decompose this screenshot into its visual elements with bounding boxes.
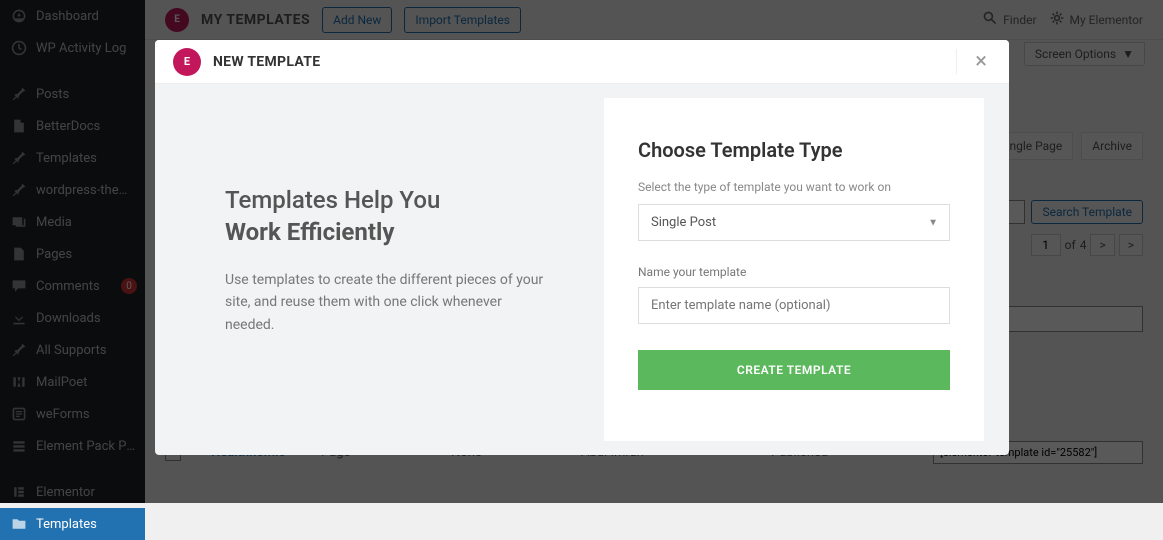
modal-header: E NEW TEMPLATE ×	[155, 40, 1009, 84]
name-label: Name your template	[638, 265, 950, 279]
modal-left-pane: Templates Help You Work Efficiently Use …	[155, 84, 604, 455]
new-template-modal: E NEW TEMPLATE × Templates Help You Work…	[155, 40, 1009, 455]
elementor-logo-icon: E	[173, 48, 201, 76]
template-type-select-wrap: Single Post ▼	[638, 204, 950, 241]
modal-heading: Templates Help You Work Efficiently	[225, 184, 544, 249]
folder-icon	[10, 515, 28, 533]
modal-overlay[interactable]: E NEW TEMPLATE × Templates Help You Work…	[0, 0, 1163, 503]
template-name-input[interactable]	[638, 287, 950, 324]
template-type-select[interactable]: Single Post	[638, 204, 950, 241]
modal-body: Templates Help You Work Efficiently Use …	[155, 84, 1009, 455]
modal-right-pane: Choose Template Type Select the type of …	[604, 98, 984, 441]
close-icon: ×	[975, 49, 987, 74]
sidebar-item-templates-active[interactable]: Templates	[0, 508, 145, 540]
sidebar-label: Templates	[36, 517, 137, 532]
modal-description: Use templates to create the different pi…	[225, 269, 544, 336]
close-button[interactable]: ×	[956, 49, 991, 74]
form-title: Choose Template Type	[638, 138, 950, 162]
modal-title: NEW TEMPLATE	[213, 54, 320, 70]
form-subtitle: Select the type of template you want to …	[638, 180, 950, 194]
create-template-button[interactable]: CREATE TEMPLATE	[638, 350, 950, 390]
